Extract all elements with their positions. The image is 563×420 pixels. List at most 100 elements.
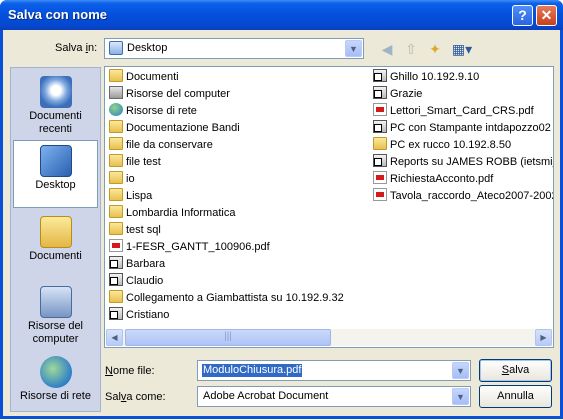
list-item[interactable]: file da conservare — [109, 137, 369, 154]
list-item[interactable]: Risorse di rete — [109, 103, 369, 120]
file-name: Lombardia Informatica — [126, 207, 236, 219]
folder-icon — [109, 171, 123, 184]
network-icon — [39, 356, 72, 388]
file-name: Documenti — [126, 71, 179, 83]
pdf-icon — [373, 103, 387, 116]
list-item[interactable]: Tavola_raccordo_Ateco2007-2002 — [373, 188, 553, 205]
documents-folder-icon — [39, 216, 72, 248]
list-item[interactable]: Lettori_Smart_Card_CRS.pdf — [373, 103, 553, 120]
folder-icon — [109, 154, 123, 167]
file-name: Risorse del computer — [126, 88, 230, 100]
folder-icon — [109, 69, 123, 82]
save-in-dropdown[interactable]: Desktop ▼ — [104, 38, 364, 59]
file-name: Risorse di rete — [126, 105, 197, 117]
horizontal-scrollbar[interactable]: ◀ ||| ▶ — [106, 329, 552, 346]
save-button[interactable]: Salva — [479, 359, 552, 382]
file-name: file test — [126, 156, 161, 168]
list-item[interactable]: Ghillo 10.192.9.10 — [373, 69, 553, 86]
place-recent-documents[interactable]: Documenti recenti — [13, 72, 98, 140]
shortcut-icon — [109, 256, 123, 269]
place-label: Risorse di rete — [20, 390, 91, 402]
filename-value[interactable]: ModuloChiusura.pdf — [202, 364, 303, 377]
window-title: Salva con nome — [8, 7, 107, 22]
file-name: 1-FESR_GANTT_100906.pdf — [126, 241, 270, 253]
file-name: test sql — [126, 224, 161, 236]
list-item[interactable]: Collegamento a Giambattista su 10.192.9.… — [109, 290, 369, 307]
new-folder-icon[interactable]: ✦ — [425, 39, 445, 59]
list-item[interactable]: Cristiano — [109, 307, 369, 324]
list-item[interactable]: Risorse del computer — [109, 86, 369, 103]
pdf-icon — [373, 171, 387, 184]
filetype-dropdown[interactable]: Adobe Acrobat Document ▼ — [197, 386, 471, 407]
list-item[interactable]: Documenti — [109, 69, 369, 86]
back-icon[interactable]: ◀ — [377, 39, 397, 59]
list-item[interactable]: io — [109, 171, 369, 188]
scroll-left-icon[interactable]: ◀ — [106, 329, 123, 346]
desktop-icon — [109, 41, 123, 55]
place-my-computer[interactable]: Risorse del computer — [13, 282, 98, 350]
list-item[interactable]: file test — [109, 154, 369, 171]
list-item[interactable]: Grazie — [373, 86, 553, 103]
chevron-down-icon[interactable]: ▼ — [452, 388, 469, 405]
place-label: Risorse del computer — [27, 320, 84, 345]
shortcut-icon — [373, 86, 387, 99]
file-name: Collegamento a Giambattista su 10.192.9.… — [126, 292, 344, 304]
list-item[interactable]: PC ex rucco 10.192.8.50 — [373, 137, 553, 154]
scrollbar-thumb[interactable]: ||| — [125, 329, 331, 346]
up-folder-icon[interactable]: ⇧ — [401, 39, 421, 59]
shortcut-icon — [373, 154, 387, 167]
places-bar: Documenti recenti Desktop Documenti Riso… — [10, 67, 101, 412]
place-label: Desktop — [35, 179, 76, 191]
help-button[interactable]: ? — [512, 5, 533, 26]
list-item[interactable]: Lispa — [109, 188, 369, 205]
file-name: Claudio — [126, 275, 164, 287]
list-item[interactable]: RichiestaAcconto.pdf — [373, 171, 553, 188]
network-icon — [109, 103, 123, 116]
filetype-value: Adobe Acrobat Document — [203, 390, 329, 402]
chevron-down-icon[interactable]: ▼ — [345, 40, 362, 57]
pdf-icon — [373, 188, 387, 201]
file-name: PC ex rucco 10.192.8.50 — [390, 139, 512, 151]
list-item[interactable]: Claudio — [109, 273, 369, 290]
filename-field[interactable]: ModuloChiusura.pdf ▼ — [197, 360, 471, 381]
file-name: file da conservare — [126, 139, 213, 151]
place-desktop[interactable]: Desktop — [13, 140, 98, 208]
dialog-body: Salva in: Desktop ▼ ◀ ⇧ ✦ ▦▾ Documenti r… — [3, 30, 560, 416]
file-name: PC con Stampante intdapozzo02 — [390, 122, 551, 134]
save-as-dialog: Salva con nome ? ✕ Salva in: Desktop ▼ ◀… — [0, 0, 563, 419]
folder-icon — [109, 205, 123, 218]
title-bar[interactable]: Salva con nome ? ✕ — [0, 0, 563, 30]
list-item[interactable]: 1-FESR_GANTT_100906.pdf — [109, 239, 369, 256]
list-item[interactable]: PC con Stampante intdapozzo02 — [373, 120, 553, 137]
place-network[interactable]: Risorse di rete — [13, 352, 98, 420]
folder-icon — [109, 222, 123, 235]
chevron-down-icon[interactable]: ▼ — [452, 362, 469, 379]
file-name: Lettori_Smart_Card_CRS.pdf — [390, 105, 534, 117]
pdf-icon — [109, 239, 123, 252]
close-button[interactable]: ✕ — [536, 5, 557, 26]
list-item[interactable]: Documentazione Bandi — [109, 120, 369, 137]
scroll-right-icon[interactable]: ▶ — [535, 329, 552, 346]
cancel-button[interactable]: Annulla — [479, 385, 552, 408]
file-name: io — [126, 173, 135, 185]
view-menu-icon[interactable]: ▦▾ — [449, 39, 475, 59]
place-label: Documenti — [29, 250, 82, 262]
save-in-value: Desktop — [127, 42, 168, 54]
file-list[interactable]: Documenti Risorse del computer Risorse di … — [104, 66, 554, 348]
file-name: Barbara — [126, 258, 166, 270]
list-item[interactable]: test sql — [109, 222, 369, 239]
shortcut-icon — [109, 273, 123, 286]
folder-icon — [109, 290, 123, 303]
place-documents[interactable]: Documenti — [13, 212, 98, 280]
list-item[interactable]: Barbara — [109, 256, 369, 273]
save-in-label: Salva in: — [55, 42, 98, 54]
file-name: Tavola_raccordo_Ateco2007-2002 — [390, 190, 553, 202]
list-item[interactable]: Reports su JAMES ROBB (ietsmi_S — [373, 154, 553, 171]
computer-icon — [109, 86, 123, 99]
list-item[interactable]: Lombardia Informatica — [109, 205, 369, 222]
file-name: Lispa — [126, 190, 153, 202]
recent-documents-icon — [39, 76, 72, 108]
filetype-label: Salva come: — [105, 391, 166, 403]
folder-icon — [109, 188, 123, 201]
filename-label: Nome file: — [105, 365, 155, 377]
